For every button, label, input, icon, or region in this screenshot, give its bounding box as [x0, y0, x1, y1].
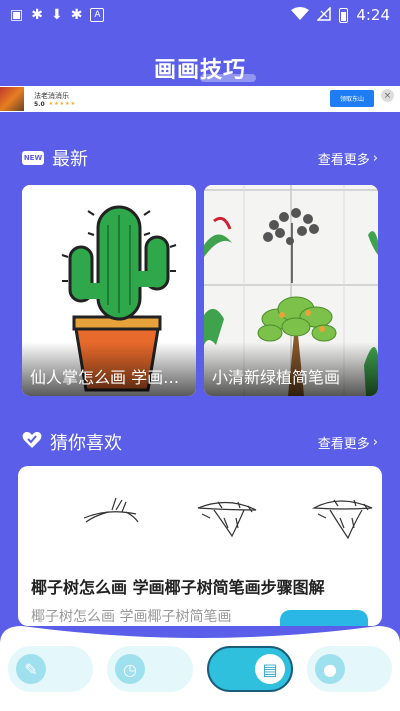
image-icon: ▣	[10, 7, 24, 23]
nav-item-drawing[interactable]: ✎	[8, 646, 93, 692]
latest-section-header: NEW 最新 查看更多 ›	[22, 145, 378, 171]
recommend-section-header: 猜你喜欢 查看更多 ›	[22, 429, 378, 455]
latest-more-label: 查看更多	[317, 152, 370, 168]
nav-item-profile[interactable]: ●	[307, 646, 392, 692]
nav-item-tips[interactable]: ▤	[207, 646, 293, 692]
brush-icon: ✎	[16, 654, 46, 684]
download-icon: ⬇	[50, 7, 63, 23]
latest-card-caption: 仙人掌怎么画 学画仙人掌简笔画	[22, 342, 196, 396]
latest-title-wrap: NEW 最新	[22, 145, 88, 171]
recommend-more-label: 查看更多	[317, 436, 370, 452]
no-signal-icon	[316, 5, 332, 24]
bug-icon: ✱	[31, 7, 43, 23]
recommend-title: 猜你喜欢	[50, 433, 122, 454]
chevron-right-icon: ›	[372, 434, 378, 450]
wifi-icon	[291, 6, 310, 24]
ad-text: 法老消消乐 5.0 ★★★★★	[34, 91, 76, 108]
page-title: 画画技巧	[153, 58, 246, 83]
nav-item-history[interactable]: ◷	[107, 646, 193, 692]
recommend-more-link[interactable]: 查看更多 ›	[318, 433, 378, 452]
latest-title: 最新	[52, 149, 88, 170]
bug-icon: ✱	[70, 7, 83, 23]
ad-app-name: 法老消消乐	[34, 91, 69, 100]
recommend-title-wrap: 猜你喜欢	[22, 429, 122, 455]
book-icon: ▤	[255, 654, 285, 684]
user-icon: ●	[315, 654, 345, 684]
ad-rating: 5.0	[34, 100, 45, 108]
ad-cta-button[interactable]: 领取东山	[330, 90, 374, 107]
heart-icon	[22, 431, 42, 453]
ad-app-icon[interactable]	[0, 87, 24, 111]
status-bar: ▣ ✱ ⬇ ✱ A 4:24	[0, 0, 400, 30]
recommend-item-title: 椰子树怎么画 学画椰子树简笔画步骤图解	[31, 578, 325, 597]
star-rating-icon: ★★★★★	[48, 101, 77, 107]
latest-card-cactus[interactable]: 仙人掌怎么画 学画仙人掌简笔画	[22, 185, 196, 396]
font-icon: A	[90, 8, 105, 22]
bottom-nav: ✎ ◷ ▤ ●	[0, 622, 400, 711]
new-badge-icon: NEW	[22, 151, 44, 165]
clock-icon: ◷	[115, 654, 145, 684]
status-right: 4:24	[291, 5, 390, 24]
latest-card-plants[interactable]: 小清新绿植简笔画	[204, 185, 378, 396]
status-time: 4:24	[356, 6, 390, 24]
latest-more-link[interactable]: 查看更多 ›	[318, 149, 378, 168]
chevron-right-icon: ›	[372, 150, 378, 166]
battery-charging-icon	[339, 7, 349, 23]
status-left: ▣ ✱ ⬇ ✱ A	[10, 7, 105, 23]
recommend-card[interactable]: 椰子树怎么画 学画椰子树简笔画步骤图解 椰子树怎么画 学画椰子树简笔画	[18, 466, 382, 626]
close-icon[interactable]: ×	[381, 89, 394, 102]
latest-card-caption: 小清新绿植简笔画	[204, 342, 378, 396]
ad-banner[interactable]: 法老消消乐 5.0 ★★★★★ 领取东山 ×	[0, 86, 400, 112]
palm-steps-drawing	[83, 497, 373, 540]
ad-rating-row: 5.0 ★★★★★	[34, 101, 76, 108]
